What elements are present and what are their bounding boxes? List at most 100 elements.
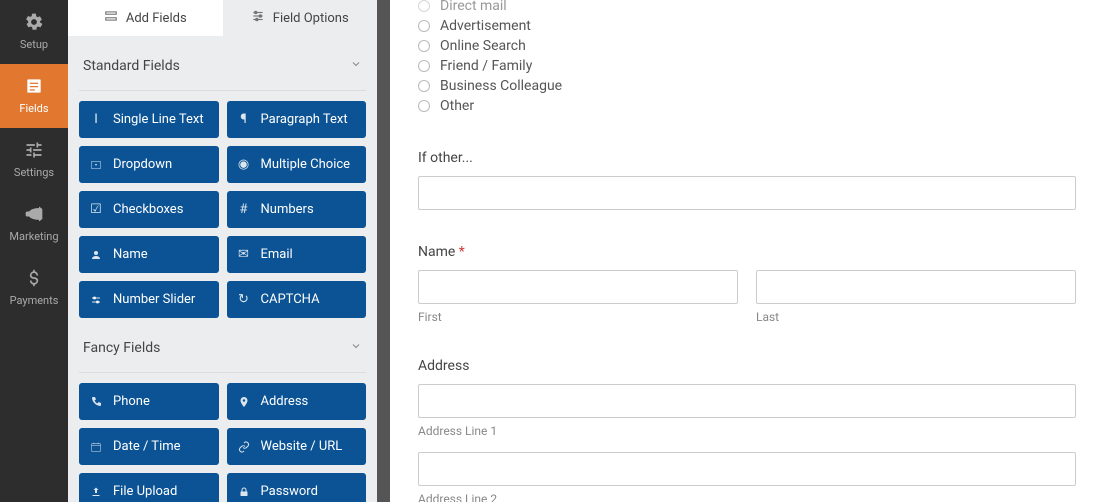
field-password[interactable]: Password bbox=[227, 473, 367, 502]
address-line1-input[interactable] bbox=[418, 384, 1076, 418]
nav-settings[interactable]: Settings bbox=[0, 128, 68, 192]
field-label: Website / URL bbox=[261, 439, 343, 454]
nav-payments[interactable]: Payments bbox=[0, 256, 68, 320]
hash-icon: # bbox=[237, 202, 251, 217]
group-fancy: Fancy Fields Phone Address Date / Time W… bbox=[79, 318, 366, 502]
nav-label: Setup bbox=[20, 38, 48, 51]
radio-option[interactable]: Advertisement bbox=[418, 16, 1076, 36]
field-captcha[interactable]: ↻ CAPTCHA bbox=[227, 281, 367, 318]
bullhorn-icon bbox=[24, 202, 44, 226]
form-icon bbox=[24, 74, 44, 98]
field-label: Number Slider bbox=[113, 292, 195, 307]
form-preview[interactable]: Direct mail Advertisement Online Search … bbox=[390, 0, 1116, 502]
gear-icon bbox=[24, 10, 44, 34]
group-title: Standard Fields bbox=[83, 58, 180, 74]
field-label: Dropdown bbox=[113, 157, 172, 172]
checkbox-icon: ☑ bbox=[89, 202, 103, 217]
field-address-block: Address Address Line 1 Address Line 2 Ci… bbox=[418, 358, 1076, 502]
tab-label: Field Options bbox=[273, 11, 349, 26]
panel-divider bbox=[377, 0, 390, 502]
field-label: CAPTCHA bbox=[261, 292, 320, 307]
field-dropdown[interactable]: Dropdown bbox=[79, 146, 219, 183]
slider-icon bbox=[89, 294, 103, 306]
field-file-upload[interactable]: File Upload bbox=[79, 473, 219, 502]
sublabel-line2: Address Line 2 bbox=[418, 492, 1076, 502]
pin-icon bbox=[237, 396, 251, 408]
text-icon: Ⅰ bbox=[89, 112, 103, 127]
field-phone[interactable]: Phone bbox=[79, 383, 219, 420]
nav-label: Settings bbox=[14, 166, 54, 179]
panel-body[interactable]: Standard Fields ⅠSingle Line Text ¶ Parag… bbox=[68, 36, 377, 502]
radio-icon bbox=[418, 40, 430, 52]
radio-icon bbox=[418, 80, 430, 92]
group-standard: Standard Fields ⅠSingle Line Text ¶ Parag… bbox=[79, 36, 366, 318]
field-label: Date / Time bbox=[113, 439, 181, 454]
sublabel-first: First bbox=[418, 310, 738, 324]
field-label: Name * bbox=[418, 244, 1076, 260]
field-number-slider[interactable]: Number Slider bbox=[79, 281, 219, 318]
nav-setup[interactable]: Setup bbox=[0, 0, 68, 64]
nav-fields[interactable]: Fields bbox=[0, 64, 68, 128]
field-date-time[interactable]: Date / Time bbox=[79, 428, 219, 465]
address-line2-input[interactable] bbox=[418, 452, 1076, 486]
group-header-standard[interactable]: Standard Fields bbox=[79, 58, 366, 91]
last-name-input[interactable] bbox=[756, 270, 1076, 304]
field-label: Name bbox=[113, 247, 148, 262]
field-website-url[interactable]: Website / URL bbox=[227, 428, 367, 465]
radio-option[interactable]: Friend / Family bbox=[418, 56, 1076, 76]
add-fields-icon bbox=[104, 9, 118, 27]
nav-label: Fields bbox=[19, 102, 48, 115]
field-label: Phone bbox=[113, 394, 150, 409]
sublabel-line1: Address Line 1 bbox=[418, 424, 1076, 438]
sliders-icon bbox=[24, 138, 44, 162]
sublabel-last: Last bbox=[756, 310, 1076, 324]
field-paragraph-text[interactable]: ¶ Paragraph Text bbox=[227, 101, 367, 138]
field-label: If other... bbox=[418, 150, 1076, 166]
field-multiple-choice[interactable]: ◉ Multiple Choice bbox=[227, 146, 367, 183]
if-other-input[interactable] bbox=[418, 176, 1076, 210]
field-numbers[interactable]: #Numbers bbox=[227, 191, 367, 228]
nav-rail: Setup Fields Settings Marketing Payments bbox=[0, 0, 68, 502]
required-mark: * bbox=[459, 244, 465, 260]
radio-icon: ◉ bbox=[237, 157, 251, 172]
group-title: Fancy Fields bbox=[83, 340, 160, 356]
radio-icon bbox=[418, 20, 430, 32]
group-header-fancy[interactable]: Fancy Fields bbox=[79, 340, 366, 373]
dollar-icon bbox=[24, 266, 44, 290]
fancy-field-grid: Phone Address Date / Time Website / URL … bbox=[79, 383, 366, 502]
field-name[interactable]: Name bbox=[79, 236, 219, 273]
radio-option[interactable]: Other bbox=[418, 96, 1076, 116]
chevron-down-icon bbox=[350, 58, 362, 74]
link-icon bbox=[237, 441, 251, 453]
nav-marketing[interactable]: Marketing bbox=[0, 192, 68, 256]
first-name-input[interactable] bbox=[418, 270, 738, 304]
field-single-line-text[interactable]: ⅠSingle Line Text bbox=[79, 101, 219, 138]
tab-label: Add Fields bbox=[126, 11, 187, 26]
tab-field-options[interactable]: Field Options bbox=[223, 0, 378, 36]
radio-icon bbox=[418, 0, 430, 12]
radio-option[interactable]: Online Search bbox=[418, 36, 1076, 56]
upload-icon bbox=[89, 486, 103, 498]
field-label: Paragraph Text bbox=[261, 112, 348, 127]
radio-option[interactable]: Direct mail bbox=[418, 0, 1076, 16]
field-address[interactable]: Address bbox=[227, 383, 367, 420]
field-email[interactable]: ✉Email bbox=[227, 236, 367, 273]
field-label: Checkboxes bbox=[113, 202, 183, 217]
radio-option[interactable]: Business Colleague bbox=[418, 76, 1076, 96]
standard-field-grid: ⅠSingle Line Text ¶ Paragraph Text Dropdo… bbox=[79, 101, 366, 318]
field-if-other: If other... bbox=[418, 150, 1076, 210]
field-label: Multiple Choice bbox=[261, 157, 351, 172]
tab-add-fields[interactable]: Add Fields bbox=[68, 0, 223, 36]
radio-icon bbox=[418, 60, 430, 72]
panel-tabs: Add Fields Field Options bbox=[68, 0, 377, 36]
lock-icon bbox=[237, 486, 251, 498]
radio-label: Advertisement bbox=[440, 18, 531, 34]
fields-panel: Add Fields Field Options Standard Fields… bbox=[68, 0, 377, 502]
captcha-icon: ↻ bbox=[237, 292, 251, 307]
radio-label: Business Colleague bbox=[440, 78, 562, 94]
envelope-icon: ✉ bbox=[237, 247, 251, 262]
nav-label: Marketing bbox=[9, 230, 58, 243]
field-checkboxes[interactable]: ☑ Checkboxes bbox=[79, 191, 219, 228]
calendar-icon bbox=[89, 441, 103, 453]
paragraph-icon: ¶ bbox=[237, 112, 251, 127]
